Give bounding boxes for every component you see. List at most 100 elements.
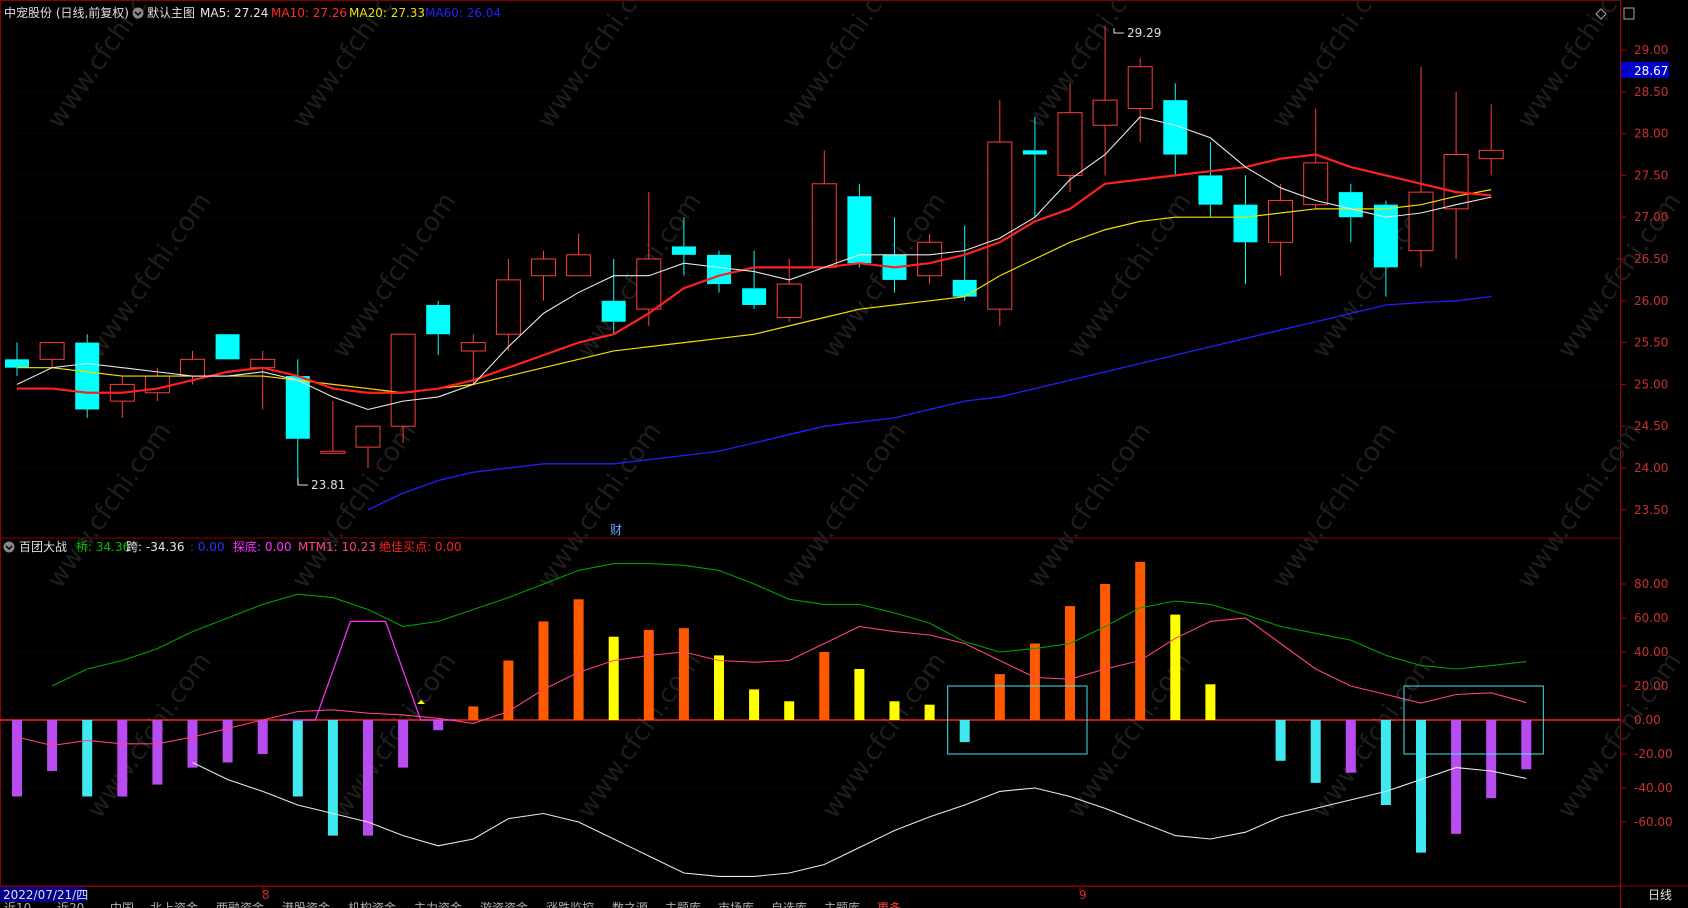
stock-title[interactable]: 中宠股份 (日线,前复权) bbox=[4, 5, 129, 20]
candle-body-down bbox=[1163, 100, 1188, 155]
bottom-tab[interactable]: 涨跌监控 bbox=[546, 900, 594, 908]
candle-body-down bbox=[1373, 204, 1398, 268]
indicator-bar bbox=[433, 720, 444, 731]
indicator-bar bbox=[1451, 720, 1462, 834]
candle[interactable] bbox=[320, 401, 346, 454]
candlestick-series[interactable] bbox=[5, 25, 1504, 485]
candle-body-up bbox=[1443, 154, 1469, 210]
bottom-tab[interactable]: 两融资金 bbox=[216, 900, 264, 908]
bottom-tab[interactable]: 主题库 bbox=[824, 900, 860, 908]
candle-body-up bbox=[250, 358, 276, 369]
candle[interactable] bbox=[1478, 104, 1504, 176]
candle[interactable] bbox=[636, 192, 662, 326]
bottom-tab[interactable]: 中国 bbox=[110, 900, 134, 908]
candle[interactable] bbox=[75, 334, 100, 418]
candle[interactable] bbox=[952, 225, 977, 301]
price-tick-label: 28.50 bbox=[1634, 85, 1668, 99]
indicator-bar bbox=[1205, 684, 1216, 720]
candle-body-down bbox=[285, 376, 310, 439]
candle-body-up bbox=[495, 279, 521, 335]
indicator-tick-label: -60.00 bbox=[1634, 815, 1673, 829]
candle-body-down bbox=[671, 246, 696, 255]
ma60-legend: MA60: 26.04 bbox=[425, 6, 501, 20]
bottom-tab[interactable]: 更多 bbox=[877, 901, 901, 908]
watermark-text: www.cfchi.com bbox=[41, 0, 177, 134]
indicator-bar bbox=[363, 720, 373, 836]
indicator-bar bbox=[1065, 606, 1075, 720]
indicator-bar bbox=[643, 629, 654, 720]
bottom-tab[interactable]: 机构资金 bbox=[348, 900, 396, 908]
bottom-tab[interactable]: 近20 bbox=[57, 901, 84, 908]
window-icon[interactable] bbox=[1623, 7, 1635, 20]
low-label: 23.81 bbox=[311, 478, 345, 492]
price-tick-label: 27.00 bbox=[1634, 210, 1668, 224]
candle[interactable] bbox=[531, 250, 556, 301]
candle[interactable] bbox=[390, 333, 416, 443]
candle[interactable] bbox=[707, 250, 731, 293]
watermark-text: www.cfchi.com bbox=[776, 417, 912, 594]
main-chart-name[interactable]: 默认主图 bbox=[147, 5, 195, 20]
candle-body-down bbox=[5, 359, 29, 368]
bottom-tab[interactable]: 数之源 bbox=[612, 900, 648, 908]
candle[interactable] bbox=[1443, 91, 1469, 259]
bottom-tab[interactable]: 港股资金 bbox=[282, 900, 330, 908]
indicator-bar bbox=[117, 720, 128, 797]
price-tick-label: 26.00 bbox=[1634, 294, 1668, 308]
bottom-tab[interactable]: 近10 bbox=[4, 901, 31, 908]
date-axis: 2022/07/21/四 8 9 日线 bbox=[0, 887, 1672, 902]
candle[interactable] bbox=[566, 233, 592, 277]
bottom-tab[interactable]: 北上资金 bbox=[150, 900, 198, 908]
candle[interactable] bbox=[109, 376, 135, 418]
candle[interactable] bbox=[39, 342, 65, 368]
indicator-bar bbox=[1416, 720, 1426, 853]
watermark-text: www.cfchi.com bbox=[1061, 187, 1197, 364]
candle[interactable] bbox=[811, 150, 837, 268]
bottom-tab[interactable]: 市场库 bbox=[718, 900, 754, 908]
bottom-tab[interactable]: 主题库 bbox=[665, 900, 701, 908]
watermark-text: www.cfchi.com bbox=[326, 647, 462, 824]
candle[interactable] bbox=[215, 334, 240, 360]
bottom-tab[interactable]: 主力资金 bbox=[414, 900, 462, 908]
candle[interactable] bbox=[1198, 141, 1223, 218]
watermark-text: www.cfchi.com bbox=[531, 0, 667, 134]
candle-body-up bbox=[811, 183, 837, 268]
candle[interactable] bbox=[742, 250, 767, 310]
indicator-settings-icon[interactable] bbox=[3, 541, 15, 553]
candle[interactable] bbox=[1408, 66, 1434, 268]
candle[interactable] bbox=[1163, 83, 1188, 176]
candle[interactable] bbox=[5, 342, 29, 377]
indicator-bar bbox=[994, 674, 1005, 720]
indicator-bar bbox=[1029, 643, 1040, 720]
candle-body-up bbox=[1408, 191, 1434, 252]
candle-body-down bbox=[601, 300, 626, 322]
candle[interactable] bbox=[250, 350, 276, 410]
bottom-tab[interactable]: 自选库 bbox=[771, 900, 807, 908]
candle[interactable] bbox=[1233, 175, 1258, 285]
candle-body-up bbox=[1127, 66, 1153, 110]
candle[interactable] bbox=[495, 259, 521, 351]
indicator-bar bbox=[608, 636, 619, 720]
indicator-series[interactable] bbox=[12, 561, 1544, 877]
indicator-bar bbox=[1275, 720, 1286, 761]
indicator-bar bbox=[714, 655, 724, 720]
bottom-tab-strip[interactable]: 近10 近20 中国 北上资金 两融资金 港股资金 机构资金 主力资金 游资资金 涨跌监控 数之源 主… bbox=[4, 900, 901, 908]
candle-body-up bbox=[180, 358, 205, 377]
legend-mtm1: MTM1: 10.23 bbox=[298, 540, 376, 554]
candle[interactable] bbox=[1268, 183, 1294, 276]
candle[interactable] bbox=[1338, 183, 1363, 243]
indicator-bar bbox=[819, 652, 830, 720]
period-label[interactable]: 日线 bbox=[1648, 888, 1672, 902]
indicator-name[interactable]: 百团大战 bbox=[19, 540, 67, 554]
candle-body-up bbox=[39, 342, 65, 360]
price-tick-label: 24.00 bbox=[1634, 461, 1668, 475]
bottom-tab[interactable]: 游资资金 bbox=[480, 900, 528, 908]
finance-marker[interactable]: 财 bbox=[610, 523, 622, 537]
legend-qiao: 桥: 34.36 bbox=[76, 540, 130, 554]
candle[interactable] bbox=[1127, 58, 1153, 142]
current-price-tag: 28.67 bbox=[1621, 62, 1669, 78]
indicator-bar bbox=[889, 701, 900, 720]
candle[interactable] bbox=[426, 300, 451, 356]
indicator-bar bbox=[538, 621, 549, 720]
candle[interactable] bbox=[1303, 108, 1329, 209]
settings-icon[interactable] bbox=[132, 7, 144, 19]
